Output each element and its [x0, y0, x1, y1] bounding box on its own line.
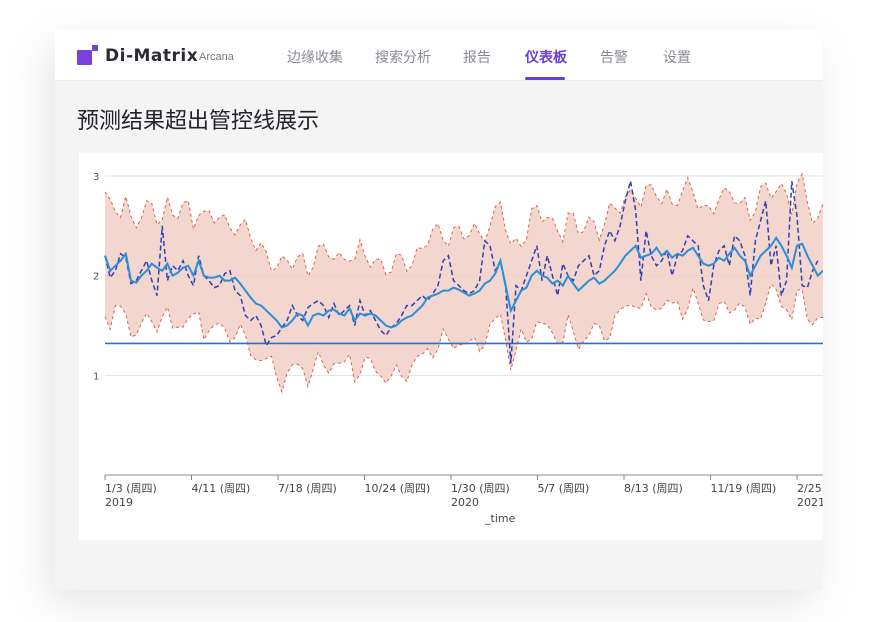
logo-icon: [77, 45, 98, 65]
top-navbar: Di-Matrix Arcana 边缘收集 搜索分析 报告 仪表板 告警 设置: [55, 30, 823, 81]
x-tick-label: 4/11 (周四): [192, 482, 251, 495]
tab-alerts[interactable]: 告警: [600, 47, 628, 67]
x-tick-year: 2019: [105, 496, 133, 509]
x-tick-year: 2020: [451, 496, 479, 509]
tab-reports[interactable]: 报告: [463, 47, 491, 67]
confidence-band: [105, 173, 823, 392]
active-tab-indicator: [525, 77, 565, 80]
brand-subtitle: Arcana: [199, 51, 234, 63]
chart-card: 1 2 3 1/3 (周四) 2019 4/11 (周四) 7/18 (周四) 10/24 (…: [79, 153, 823, 540]
x-tick-label: 11/19 (周四): [711, 482, 777, 495]
app-window: Di-Matrix Arcana 边缘收集 搜索分析 报告 仪表板 告警 设置 …: [55, 30, 823, 590]
x-tick-label: 10/24 (周四): [365, 482, 431, 495]
x-tick-label: 7/18 (周四): [278, 482, 337, 495]
y-tick-label: 2: [93, 272, 99, 283]
x-tick-label: 2/25: [797, 482, 822, 495]
y-tick-label: 1: [93, 371, 99, 382]
tab-dashboard[interactable]: 仪表板: [525, 47, 567, 67]
tab-search-analysis[interactable]: 搜索分析: [375, 47, 431, 67]
tab-settings[interactable]: 设置: [663, 47, 691, 67]
y-tick-label: 3: [93, 172, 99, 183]
page-title: 预测结果超出管控线展示: [77, 109, 320, 134]
x-tick-label: 5/7 (周四): [538, 482, 590, 495]
brand-name: Di-Matrix: [105, 46, 199, 66]
x-tick-label: 1/3 (周四): [105, 482, 157, 495]
x-tick-label: 8/13 (周四): [624, 482, 683, 495]
tab-edge-collect[interactable]: 边缘收集: [287, 47, 343, 67]
forecast-chart: 1 2 3 1/3 (周四)2019 4/11 (周四) 7/18 (周四) 10/24 (…: [93, 172, 823, 525]
x-tick-label: 1/30 (周四): [451, 482, 510, 495]
x-tick-year: 2021: [797, 496, 823, 509]
x-axis-title: _time: [484, 512, 516, 525]
